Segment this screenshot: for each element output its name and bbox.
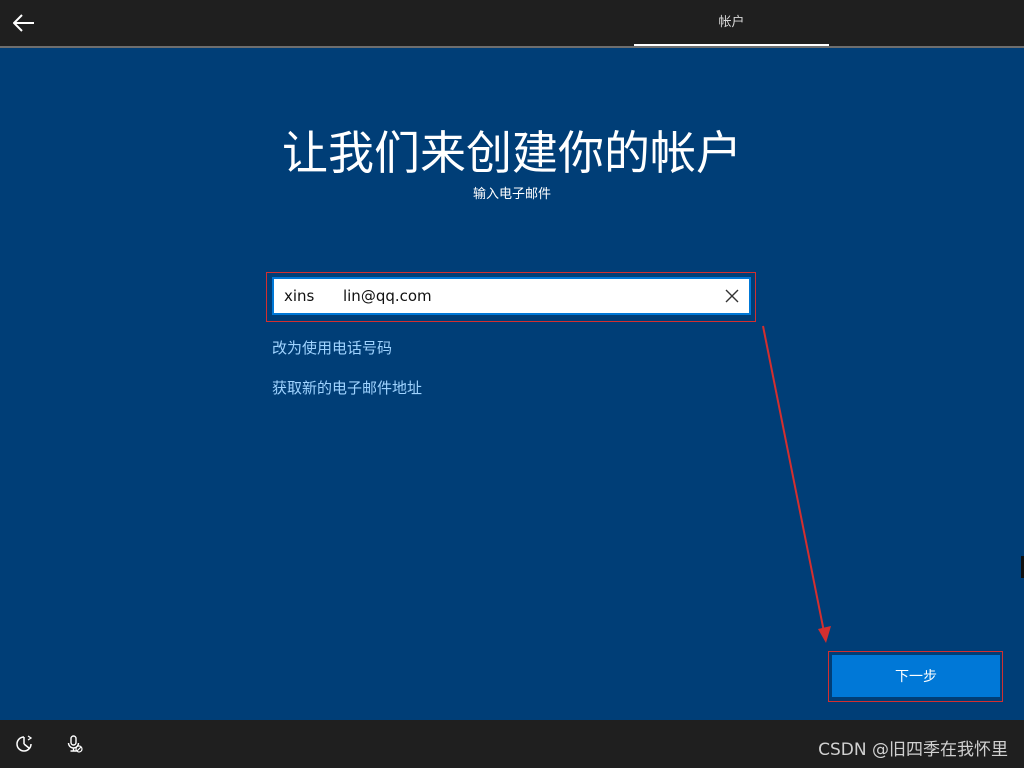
new-email-link[interactable]: 获取新的电子邮件地址 — [272, 378, 422, 398]
arrow-left-icon — [13, 14, 34, 32]
ease-of-access-icon — [16, 735, 33, 752]
page-title: 让我们来创建你的帐户 — [282, 126, 742, 180]
close-icon — [725, 289, 739, 303]
tab-account[interactable]: 帐户 — [634, 0, 829, 48]
microphone-off-icon — [67, 735, 83, 753]
email-field-container — [272, 277, 751, 315]
use-phone-link[interactable]: 改为使用电话号码 — [272, 338, 392, 358]
email-field[interactable] — [274, 278, 715, 314]
watermark-text: CSDN @旧四季在我怀里 — [818, 740, 1008, 760]
page-subtitle: 输入电子邮件 — [472, 187, 551, 202]
microphone-button[interactable] — [62, 732, 86, 756]
clear-button[interactable] — [715, 279, 749, 313]
top-bar: 帐户 — [0, 0, 1024, 48]
back-button[interactable] — [8, 6, 40, 40]
next-button[interactable]: 下一步 — [832, 655, 1000, 697]
ease-of-access-button[interactable] — [12, 732, 36, 756]
